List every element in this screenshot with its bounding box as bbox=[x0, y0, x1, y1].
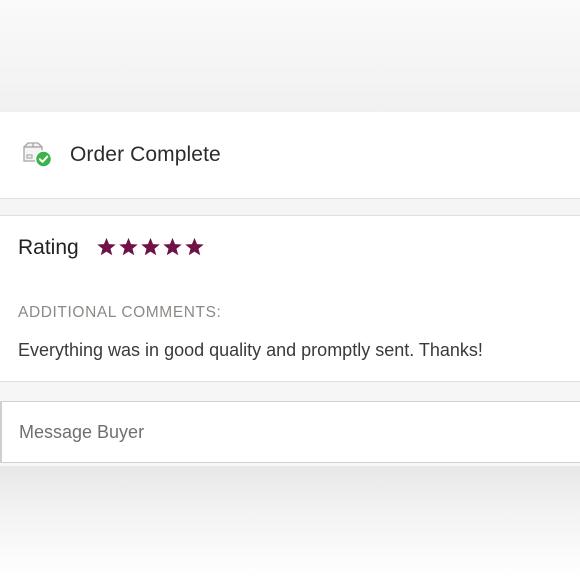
package-check-icon bbox=[21, 141, 53, 169]
page-backdrop-bottom bbox=[0, 466, 580, 580]
section-divider bbox=[0, 199, 580, 216]
section-divider bbox=[0, 382, 580, 401]
comments-text: Everything was in good quality and promp… bbox=[18, 340, 483, 360]
message-buyer-input[interactable] bbox=[0, 401, 580, 463]
star-icon bbox=[97, 237, 116, 256]
star-icon bbox=[185, 237, 204, 256]
star-icon bbox=[119, 237, 138, 256]
star-icon bbox=[141, 237, 160, 256]
comments-heading: ADDITIONAL COMMENTS: bbox=[18, 304, 222, 321]
page-backdrop-top bbox=[0, 0, 580, 112]
order-status-title: Order Complete bbox=[70, 143, 221, 166]
rating-label: Rating bbox=[18, 236, 79, 259]
star-icon bbox=[163, 237, 182, 256]
star-rating bbox=[96, 237, 205, 257]
